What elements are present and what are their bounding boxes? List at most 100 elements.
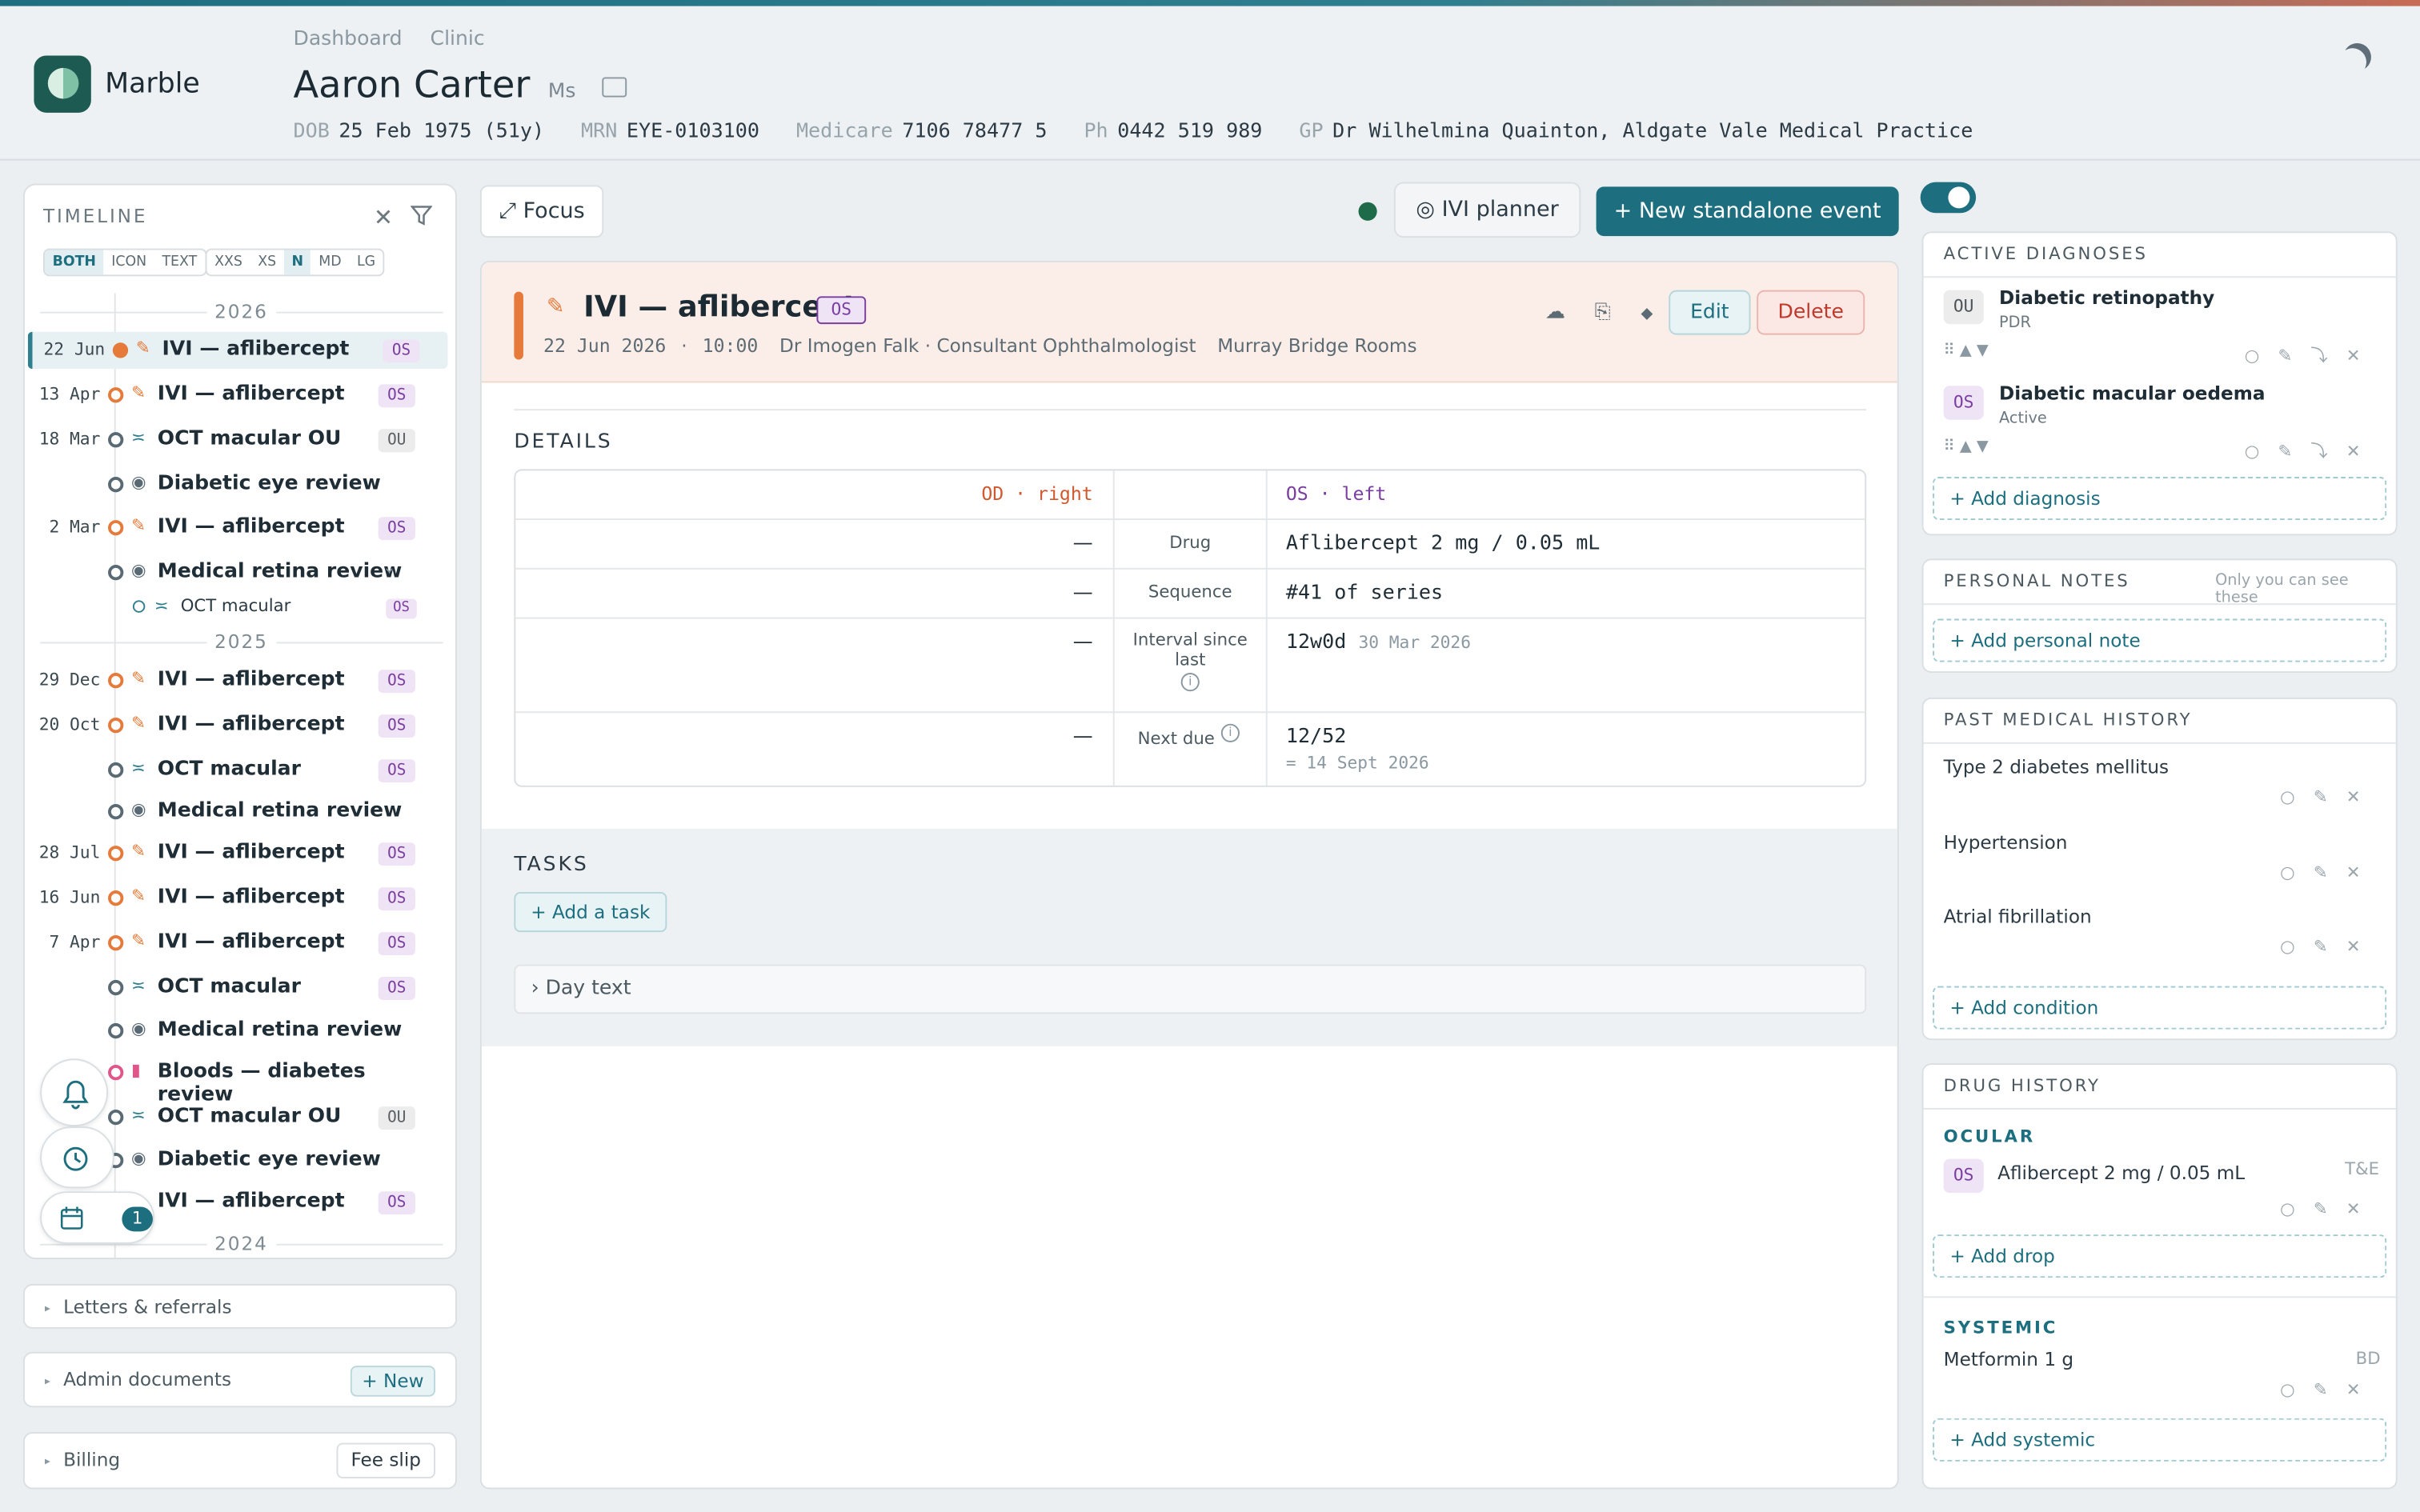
add-task-button[interactable]: + Add a task xyxy=(514,891,667,933)
drug-name[interactable]: Metformin 1 g xyxy=(1944,1349,2074,1370)
info-icon[interactable]: i xyxy=(1220,723,1240,742)
expand-triangle-icon: ▸ xyxy=(44,1374,50,1388)
event-dot xyxy=(108,1065,124,1081)
timeline-event[interactable]: ◉ Diabetic eye review xyxy=(28,466,448,503)
timeline-event[interactable]: 22 Jun ✎ IVI — aflibercept OS xyxy=(27,331,448,370)
reorder-controls[interactable]: ⠿ ▲ ▼ xyxy=(1944,342,1989,359)
drug-name[interactable]: Aflibercept 2 mg / 0.05 mL xyxy=(1997,1162,2245,1184)
day-text-toggle[interactable]: › Day text xyxy=(514,964,1867,1014)
timeline-event[interactable]: ≍ OCT macular OS xyxy=(28,969,448,1006)
breadcrumb-clinic[interactable]: Clinic xyxy=(431,28,485,51)
pmh-title: PAST MEDICAL HISTORY xyxy=(1943,710,2193,730)
sub-event-label[interactable]: OCT macular xyxy=(181,596,291,616)
new-standalone-event-button[interactable]: + New standalone event xyxy=(1596,186,1899,237)
eye-tag: OU xyxy=(378,429,415,453)
history-button[interactable] xyxy=(40,1126,114,1189)
condition-item[interactable]: Hypertension xyxy=(1944,832,2068,854)
timeline-event[interactable]: 2 Mar ✎ IVI — aflibercept OS xyxy=(28,510,448,546)
density-lg[interactable]: LG xyxy=(349,250,383,274)
drug-actions[interactable]: ○✎✕ xyxy=(2280,1199,2379,1219)
diamond-icon[interactable]: ◆ xyxy=(1641,306,1653,322)
density-xxs[interactable]: XXS xyxy=(206,250,250,274)
export-document-icon[interactable]: ⎘ xyxy=(1595,301,1611,324)
id-card-icon[interactable] xyxy=(602,77,627,98)
notifications-button[interactable] xyxy=(40,1058,109,1127)
timeline-event[interactable]: 18 Mar ≍ OCT macular OU OU xyxy=(28,422,448,458)
eye-tag: OS xyxy=(1943,1158,1984,1194)
delete-button[interactable]: Delete xyxy=(1757,290,1865,335)
timeline-event[interactable]: 29 Dec ✎ IVI — aflibercept OS xyxy=(28,662,448,699)
timeline-event[interactable]: 13 Apr ✎ IVI — aflibercept OS xyxy=(28,377,448,414)
event-label: OCT macular OU xyxy=(157,427,342,451)
reorder-controls[interactable]: ⠿ ▲ ▼ xyxy=(1944,438,1989,455)
collapse-icon[interactable]: ✕ xyxy=(374,204,393,232)
diagnosis-name[interactable]: Diabetic macular oedema xyxy=(1999,382,2265,404)
new-admin-doc-button[interactable]: + New xyxy=(350,1366,435,1397)
marble-logo-icon[interactable] xyxy=(34,55,91,113)
filter-icon[interactable] xyxy=(411,206,433,226)
event-label: Medical retina review xyxy=(157,1018,403,1042)
top-accent-bar xyxy=(0,0,2420,6)
gp-label: GP xyxy=(1299,120,1324,144)
admin-documents-panel[interactable]: ▸ Admin documents + New xyxy=(22,1351,457,1408)
od-value: — xyxy=(1072,532,1093,556)
event-date: 18 Mar xyxy=(38,429,101,450)
calendar-button[interactable]: 1 xyxy=(40,1191,154,1244)
density-selector: XXS XS N MD LG xyxy=(205,248,385,277)
billing-panel[interactable]: ▸ Billing Fee slip xyxy=(22,1432,457,1490)
condition-item[interactable]: Type 2 diabetes mellitus xyxy=(1944,756,2169,778)
event-dot xyxy=(112,342,129,358)
density-n[interactable]: N xyxy=(283,250,311,275)
mode-both[interactable]: BOTH xyxy=(44,250,104,275)
add-diagnosis-button[interactable]: + Add diagnosis xyxy=(1933,477,2387,521)
status-dot xyxy=(1358,202,1377,221)
chevron-down-icon[interactable]: ⌄ xyxy=(383,560,395,577)
edit-button[interactable]: Edit xyxy=(1669,290,1751,335)
focus-button[interactable]: ⤢ Focus xyxy=(479,185,604,238)
timeline-event[interactable]: ◉ Medical retina review ⌄ xyxy=(28,554,448,591)
event-dot xyxy=(108,673,124,689)
timeline-event[interactable]: 20 Oct ✎ IVI — aflibercept OS xyxy=(28,706,448,743)
event-label: IVI — aflibercept xyxy=(157,668,345,692)
info-icon[interactable]: i xyxy=(1180,673,1200,692)
timeline-event[interactable]: ◉ Medical retina review xyxy=(28,794,448,830)
timeline-event[interactable]: ≍ OCT macular OS xyxy=(28,751,448,788)
cloud-upload-icon[interactable]: ☁ xyxy=(1545,301,1565,324)
year-rule xyxy=(276,1243,443,1246)
row-divider xyxy=(515,567,1865,570)
mode-icon[interactable]: ICON xyxy=(104,250,154,274)
dark-mode-moon-icon[interactable] xyxy=(2339,39,2375,75)
fee-slip-button[interactable]: Fee slip xyxy=(336,1442,435,1478)
density-md[interactable]: MD xyxy=(311,250,350,274)
drug-actions[interactable]: ○✎✕ xyxy=(2280,1380,2379,1400)
add-systemic-button[interactable]: + Add systemic xyxy=(1933,1418,2387,1462)
add-condition-button[interactable]: + Add condition xyxy=(1933,986,2387,1030)
diagnosis-actions[interactable]: ○✎⤵✕ xyxy=(2245,438,2379,463)
add-personal-note-button[interactable]: + Add personal note xyxy=(1933,618,2387,662)
ivi-planner-button[interactable]: ◎ IVI planner xyxy=(1393,182,1581,238)
timeline-event[interactable]: 7 Apr ✎ IVI — aflibercept OS xyxy=(28,924,448,961)
event-label: IVI — aflibercept xyxy=(157,515,345,539)
condition-item[interactable]: Atrial fibrillation xyxy=(1944,906,2092,927)
event-date: 22 Jun 2026 xyxy=(543,334,667,357)
letters-referrals-panel[interactable]: ▸ Letters & referrals xyxy=(22,1283,457,1329)
sidebar-toggle[interactable] xyxy=(1920,182,1977,214)
timeline-event[interactable]: ◉ Medical retina review xyxy=(28,1012,448,1049)
timeline-event[interactable]: 16 Jun ✎ IVI — aflibercept OS xyxy=(28,880,448,917)
event-dot xyxy=(108,934,124,951)
eye-tag: OS xyxy=(383,339,420,363)
breadcrumb-dashboard[interactable]: Dashboard xyxy=(294,28,403,51)
timeline-event[interactable]: 28 Jul ✎ IVI — aflibercept OS xyxy=(28,835,448,872)
add-drop-button[interactable]: + Add drop xyxy=(1933,1234,2387,1278)
medicare-value: 7106 78477 5 xyxy=(902,120,1048,144)
medicare-label: Medicare xyxy=(795,120,893,144)
active-diagnoses-card: ACTIVE DIAGNOSES OU Diabetic retinopathy… xyxy=(1921,231,2398,536)
mode-text[interactable]: TEXT xyxy=(154,250,205,274)
diagnosis-name[interactable]: Diabetic retinopathy xyxy=(1999,287,2214,309)
diagnosis-actions[interactable]: ○✎⤵✕ xyxy=(2245,342,2379,367)
density-xs[interactable]: XS xyxy=(250,250,284,274)
condition-actions[interactable]: ○✎✕ xyxy=(2280,787,2379,807)
condition-actions[interactable]: ○✎✕ xyxy=(2280,937,2379,957)
expand-arrows-icon: ⤢ xyxy=(499,198,523,224)
condition-actions[interactable]: ○✎✕ xyxy=(2280,862,2379,882)
